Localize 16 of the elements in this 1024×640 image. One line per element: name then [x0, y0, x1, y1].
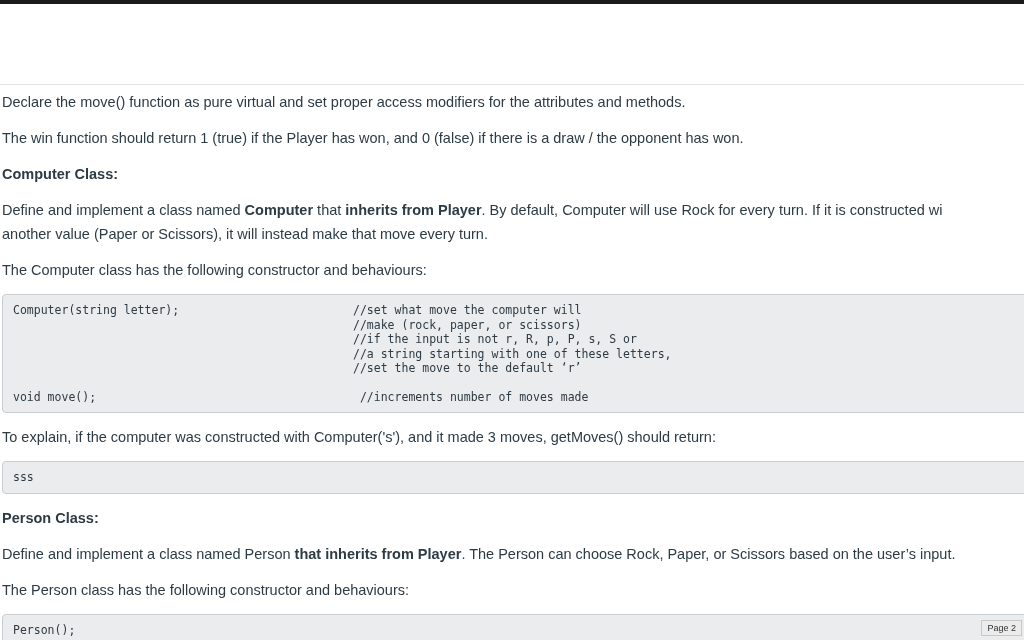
code-comment: //set what move the computer will //make (rock, paper, or scissors) //if the input is not r, R, p, P, s, S or //a string starting with one of these letters, //set the move to the default ‘r’	[353, 303, 672, 376]
code-line: void move();	[13, 389, 97, 404]
page-number: Page 2	[981, 620, 1022, 636]
paragraph: The win function should return 1 (true) if the Player has won, and 0 (false) if there is a draw / the opponent has won.	[2, 129, 744, 148]
paragraph: The Computer class has the following constructor and behaviours:	[2, 261, 427, 280]
section-heading: Person Class:	[2, 508, 99, 528]
paragraph: Declare the move() function as pure virtual and set proper access modifiers for the attributes and methods.	[2, 93, 686, 112]
paragraph: Define and implement a class named Computer that inherits from Player. By default, Computer will use Rock for every turn. If it is constructed wi another value (Paper or Scissors), it will instead make that move every turn.	[2, 201, 943, 244]
code-comment: //increments number of moves made	[358, 389, 589, 404]
code-line: Computer(string letter);	[13, 303, 180, 318]
code-line: Person();	[13, 622, 76, 637]
section-heading: Computer Class:	[2, 165, 119, 184]
code-line: sss	[13, 470, 34, 485]
paragraph: The Person class has the following constructor and behaviours:	[2, 580, 410, 600]
paragraph: Define and implement a class named Person that inherits from Player. The Person can choose Rock, Paper, or Scissors based on the user’s input.	[2, 544, 956, 564]
paragraph: To explain, if the computer was constructed with Computer('s'), and it made 3 moves, getMoves() should return:	[2, 428, 716, 447]
